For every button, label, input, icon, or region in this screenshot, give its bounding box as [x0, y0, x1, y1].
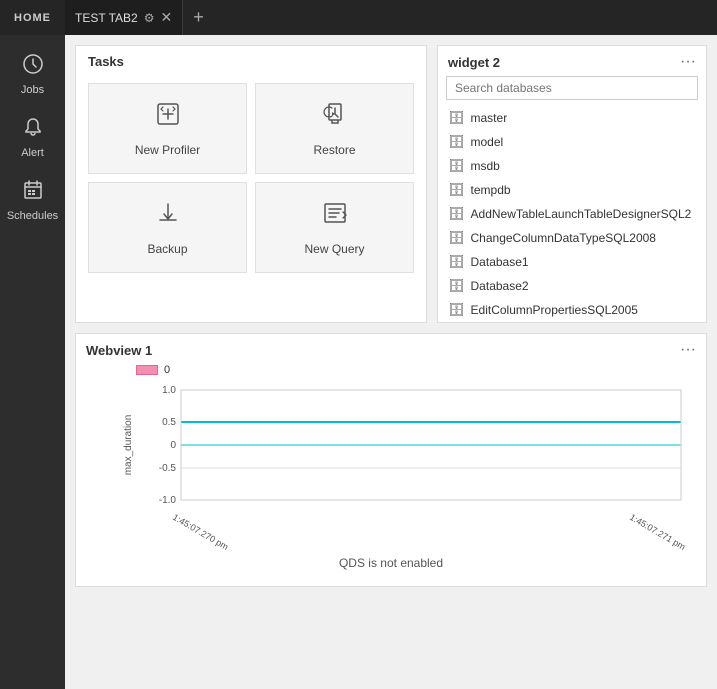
webview-widget: Webview 1 ··· 0 max_duration — [75, 333, 707, 587]
home-button[interactable]: HOME — [0, 0, 65, 35]
svg-text:-1.0: -1.0 — [159, 495, 177, 506]
tasks-grid: New Profiler — [76, 75, 426, 285]
svg-text:-0.5: -0.5 — [159, 463, 177, 474]
db-name: master — [471, 111, 508, 125]
tab-label: TEST TAB2 — [75, 11, 138, 25]
task-new-profiler[interactable]: New Profiler — [88, 83, 247, 174]
list-item[interactable]: 🗄 msdb — [438, 154, 706, 178]
svg-text:0.5: 0.5 — [162, 417, 176, 428]
y-axis-label: max_duration — [123, 415, 134, 476]
legend-label: 0 — [164, 364, 170, 376]
list-item[interactable]: 🗄 model — [438, 130, 706, 154]
main-layout: Jobs Alert Sched — [0, 35, 717, 689]
db-icon: 🗄 — [448, 302, 465, 318]
db-icon: 🗄 — [448, 182, 465, 198]
task-backup-label: Backup — [147, 242, 187, 256]
chart-svg: 1.0 0.5 0 -0.5 -1.0 — [136, 380, 696, 510]
databases-list: 🗄 master 🗄 model 🗄 msdb 🗄 tempdb 🗄 AddNewTableLau… — [438, 106, 706, 322]
sidebar: Jobs Alert Sched — [0, 35, 65, 689]
sidebar-item-schedules[interactable]: Schedules — [0, 171, 65, 230]
widget2-more-button[interactable]: ··· — [680, 54, 696, 70]
widget2: widget 2 ··· 🗄 master 🗄 model 🗄 msdb 🗄 tempdb 🗄 A… — [437, 45, 707, 323]
sidebar-item-alert[interactable]: Alert — [0, 108, 65, 167]
widget2-header: widget 2 ··· — [438, 46, 706, 76]
db-icon: 🗄 — [448, 254, 465, 270]
top-bar: HOME TEST TAB2 ⚙ ✕ + — [0, 0, 717, 35]
restore-icon — [321, 100, 349, 135]
new-tab-button[interactable]: + — [183, 0, 214, 35]
home-label: HOME — [14, 12, 51, 24]
webview-more-button[interactable]: ··· — [680, 342, 696, 358]
tasks-widget: Tasks New Profiler — [75, 45, 427, 323]
alert-icon — [22, 116, 44, 143]
list-item[interactable]: 🗄 master — [438, 106, 706, 130]
close-tab-icon[interactable]: ✕ — [160, 9, 172, 26]
task-new-query-label: New Query — [304, 242, 364, 256]
list-item[interactable]: 🗄 Database2 — [438, 274, 706, 298]
tasks-header: Tasks — [76, 46, 426, 75]
db-name: model — [471, 135, 504, 149]
db-name: ChangeColumnDataTypeSQL2008 — [471, 231, 656, 245]
webview-header: Webview 1 ··· — [76, 334, 706, 364]
db-name: Database1 — [471, 255, 529, 269]
chart-with-yaxis: max_duration 1.0 0.5 0 -0.5 -1.0 — [136, 380, 696, 510]
chart-area: 0 max_duration 1.0 0.5 0 — [76, 364, 706, 586]
top-row: Tasks New Profiler — [75, 45, 707, 323]
list-item[interactable]: 🗄 tempdb — [438, 178, 706, 202]
sidebar-jobs-label: Jobs — [21, 84, 44, 96]
db-icon: 🗄 — [448, 134, 465, 150]
db-icon: 🗄 — [448, 206, 465, 222]
settings-icon: ⚙ — [144, 11, 155, 25]
list-item[interactable]: 🗄 AddNewTableLaunchTableDesignerSQL2 — [438, 202, 706, 226]
task-restore[interactable]: Restore — [255, 83, 414, 174]
query-icon — [321, 199, 349, 234]
db-name: Database2 — [471, 279, 529, 293]
schedules-icon — [22, 179, 44, 206]
task-backup[interactable]: Backup — [88, 182, 247, 273]
task-new-query[interactable]: New Query — [255, 182, 414, 273]
db-icon: 🗄 — [448, 158, 465, 174]
widget2-title: widget 2 — [448, 55, 500, 70]
search-databases-input[interactable] — [446, 76, 698, 100]
x-labels-container: 1:45:07.270 pm 1:45:07.271 pm — [176, 512, 696, 548]
chart-legend: 0 — [136, 364, 696, 376]
list-item[interactable]: 🗄 EditColumnPropertiesSQL2005 — [438, 298, 706, 322]
chart-footer: QDS is not enabled — [86, 556, 696, 576]
tab-testtab2[interactable]: TEST TAB2 ⚙ ✕ — [65, 0, 183, 35]
list-item[interactable]: 🗄 Database1 — [438, 250, 706, 274]
jobs-icon — [22, 53, 44, 80]
db-icon: 🗄 — [448, 230, 465, 246]
sidebar-item-jobs[interactable]: Jobs — [0, 45, 65, 104]
db-name: AddNewTableLaunchTableDesignerSQL2 — [471, 207, 692, 221]
svg-text:0: 0 — [170, 440, 176, 451]
content-area: Tasks New Profiler — [65, 35, 717, 689]
sidebar-schedules-label: Schedules — [7, 210, 58, 222]
list-item[interactable]: 🗄 ChangeColumnDataTypeSQL2008 — [438, 226, 706, 250]
db-icon: 🗄 — [448, 110, 465, 126]
backup-icon — [154, 199, 182, 234]
sidebar-alert-label: Alert — [21, 147, 44, 159]
db-icon: 🗄 — [448, 278, 465, 294]
webview-title: Webview 1 — [86, 343, 152, 358]
task-restore-label: Restore — [313, 143, 355, 157]
db-name: msdb — [471, 159, 500, 173]
task-new-profiler-label: New Profiler — [135, 143, 200, 157]
svg-text:1.0: 1.0 — [162, 385, 176, 396]
db-name: EditColumnPropertiesSQL2005 — [471, 303, 638, 317]
legend-box — [136, 365, 158, 375]
profiler-icon — [154, 100, 182, 135]
db-name: tempdb — [471, 183, 511, 197]
